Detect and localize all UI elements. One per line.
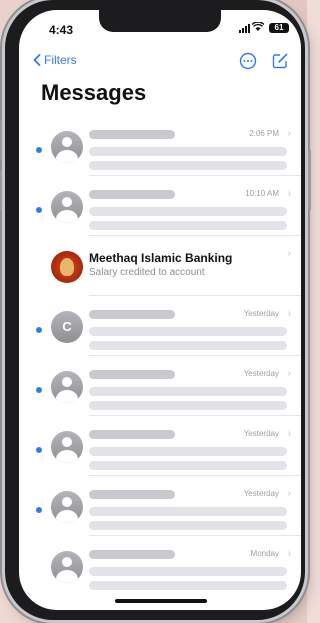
redacted-preview (89, 161, 287, 170)
redacted-preview (89, 147, 287, 156)
home-indicator[interactable] (115, 599, 207, 603)
redacted-name (89, 370, 175, 379)
unread-dot (36, 207, 42, 213)
redacted-name (89, 490, 175, 499)
conversation-row[interactable]: Yesterday › (19, 416, 301, 476)
redacted-name (89, 310, 175, 319)
conversation-list: 2:06 PM › 10:10 AM › Meethaq Islamic Ban… (19, 116, 301, 596)
contact-avatar (51, 551, 83, 583)
chevron-right-icon: › (287, 368, 291, 379)
redacted-preview (89, 207, 287, 216)
volume-button (0, 170, 2, 210)
redacted-preview (89, 461, 287, 470)
redacted-preview (89, 221, 287, 230)
wifi-icon (252, 22, 264, 31)
unread-dot (36, 507, 42, 513)
status-bar: 4:43 61 (19, 10, 301, 44)
redacted-preview (89, 447, 287, 456)
phone-frame: 4:43 61 Filters Messages 2:06 PM › 10:10… (0, 0, 311, 620)
message-time: Monday (250, 549, 279, 558)
nav-bar: Filters (19, 50, 301, 74)
redacted-preview (89, 581, 287, 590)
conversation-row[interactable]: Yesterday › (19, 476, 301, 536)
volume-button (0, 120, 2, 160)
redacted-name (89, 550, 175, 559)
screen: 4:43 61 Filters Messages 2:06 PM › 10:10… (19, 10, 301, 610)
message-time: Yesterday (243, 489, 279, 498)
message-time: 2:06 PM (249, 129, 279, 138)
conversation-row[interactable]: 10:10 AM › (19, 176, 301, 236)
chevron-right-icon: › (287, 248, 291, 259)
chevron-right-icon: › (287, 128, 291, 139)
redacted-preview (89, 521, 287, 530)
message-time: Yesterday (243, 309, 279, 318)
conversation-row[interactable]: C Yesterday › (19, 296, 301, 356)
chevron-right-icon: › (287, 548, 291, 559)
avatar-initial: C (62, 319, 72, 334)
page-title: Messages (41, 80, 147, 105)
unread-dot (36, 327, 42, 333)
bank-logo-avatar (51, 251, 83, 283)
unread-dot (36, 447, 42, 453)
unread-dot (36, 387, 42, 393)
chevron-right-icon: › (287, 488, 291, 499)
compose-icon[interactable] (271, 52, 289, 70)
conversation-row[interactable]: 2:06 PM › (19, 116, 301, 176)
message-time: Yesterday (243, 369, 279, 378)
unread-dot (36, 147, 42, 153)
message-time: 10:10 AM (245, 189, 279, 198)
notch (99, 10, 221, 32)
contact-avatar (51, 431, 83, 463)
back-label: Filters (44, 53, 77, 67)
conversation-row[interactable]: Yesterday › (19, 356, 301, 416)
chevron-right-icon: › (287, 188, 291, 199)
more-options-icon[interactable] (239, 52, 257, 70)
conversation-row-meethaq[interactable]: Meethaq Islamic Banking Salary credited … (19, 236, 301, 296)
redacted-name (89, 190, 175, 199)
contact-avatar: C (51, 311, 83, 343)
chevron-left-icon (33, 54, 41, 66)
sender-name: Meethaq Islamic Banking (89, 251, 233, 265)
redacted-preview (89, 327, 287, 336)
chevron-right-icon: › (287, 308, 291, 319)
redacted-preview (89, 387, 287, 396)
contact-avatar (51, 371, 83, 403)
redacted-preview (89, 567, 287, 576)
conversation-row[interactable]: Monday › (19, 536, 301, 596)
contact-avatar (51, 191, 83, 223)
chevron-right-icon: › (287, 428, 291, 439)
signal-icon (239, 24, 250, 33)
redacted-preview (89, 507, 287, 516)
redacted-preview (89, 401, 287, 410)
redacted-preview (89, 341, 287, 350)
status-time: 4:43 (49, 23, 74, 37)
redacted-name (89, 130, 175, 139)
redacted-name (89, 430, 175, 439)
message-preview: Salary credited to account (89, 267, 205, 278)
contact-avatar (51, 131, 83, 163)
contact-avatar (51, 491, 83, 523)
battery-icon: 61 (269, 23, 289, 33)
message-time: Yesterday (243, 429, 279, 438)
filters-back-button[interactable]: Filters (33, 53, 77, 67)
power-button (308, 150, 311, 210)
